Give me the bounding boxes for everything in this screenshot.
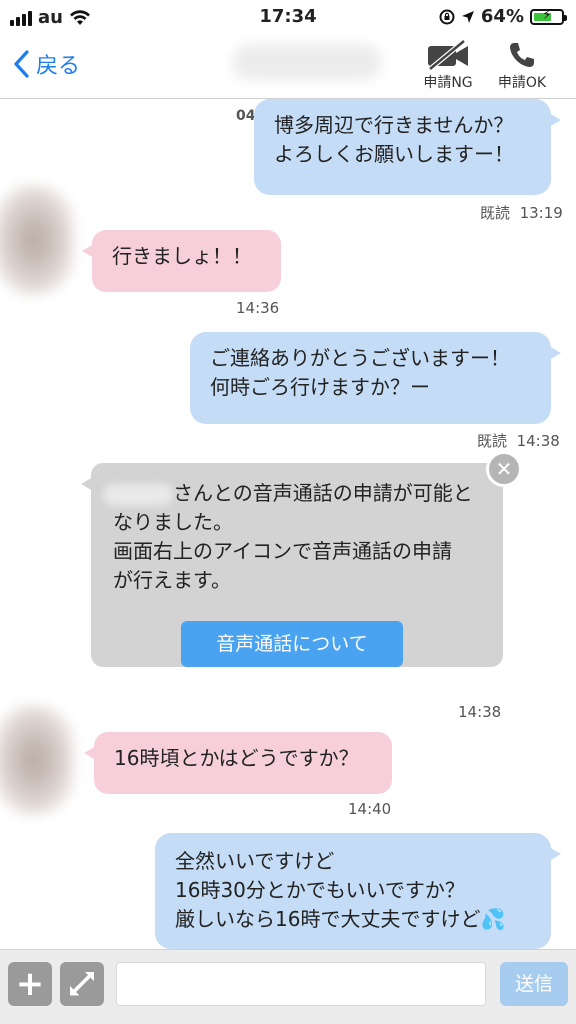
message-text: ご連絡ありがとうございますー！: [210, 346, 510, 370]
video-off-icon: [428, 40, 468, 70]
send-button[interactable]: 送信: [500, 962, 568, 1006]
message-bubble-them[interactable]: 行きましょ！！: [82, 230, 281, 292]
message-time: 13:19: [519, 204, 563, 222]
about-voice-call-button[interactable]: 音声通話について: [181, 621, 403, 667]
call-ok-button[interactable]: 申請OK: [490, 40, 554, 92]
voice-call-notice: さんとの音声通話の申請が可能と なりました。 画面右上のアイコンで音声通話の申請…: [81, 463, 503, 667]
message-text: 厳しいなら16時で大丈夫ですけど💦: [175, 907, 506, 931]
message-text: 何時ごろ行けますか？ー: [210, 375, 430, 399]
read-receipt: 既読: [480, 204, 511, 222]
message-text: 行きましょ！！: [112, 244, 252, 268]
message-text: 16時頃とかはどうですか？: [114, 746, 359, 770]
call-ng-label: 申請NG: [423, 75, 473, 91]
location-arrow-icon: [461, 10, 474, 23]
partner-name-blurred: [103, 483, 173, 506]
message-input[interactable]: [116, 962, 486, 1006]
expand-icon[interactable]: [60, 962, 104, 1006]
call-ng-button[interactable]: 申請NG: [416, 40, 480, 92]
chat-area[interactable]: 04月28日(水) 博多周辺で行きませんか？ よろしくお願いしますー！ 既読 1…: [0, 99, 576, 949]
message-meta: 既読 14:38: [477, 430, 560, 451]
status-bar: au 17:34 64% ⚡: [0, 0, 576, 34]
back-label: 戻る: [36, 54, 81, 79]
message-text: 全然いいですけど: [175, 849, 335, 873]
back-button[interactable]: 戻る: [12, 48, 80, 80]
read-receipt: 既読: [477, 432, 508, 450]
message-bubble-me[interactable]: 全然いいですけど 16時30分とかでもいいですか？ 厳しいなら16時で大丈夫です…: [155, 833, 561, 949]
message-time: 14:38: [458, 703, 502, 721]
notice-text: さんとの音声通話の申請が可能と: [103, 479, 481, 508]
message-bubble-me[interactable]: 博多周辺で行きませんか？ よろしくお願いしますー！: [254, 99, 561, 195]
plus-icon[interactable]: +: [8, 962, 52, 1006]
call-ok-label: 申請OK: [497, 75, 547, 91]
notice-text: 画面右上のアイコンで音声通話の申請: [113, 539, 452, 563]
location-lock-icon: [439, 9, 455, 24]
message-bubble-me[interactable]: ご連絡ありがとうございますー！ 何時ごろ行けますか？ー: [190, 332, 561, 424]
battery-charging-icon: ⚡: [530, 7, 567, 25]
partner-name-blurred: [232, 44, 382, 80]
chat-header: 戻る 申請NG 申請OK: [0, 34, 576, 99]
close-icon[interactable]: ✕: [486, 451, 522, 487]
message-bubble-them[interactable]: 16時頃とかはどうですか？: [84, 732, 392, 794]
message-time: 14:38: [516, 432, 560, 450]
bolt-icon: ⚡: [542, 7, 552, 23]
message-time: 14:36: [236, 299, 280, 317]
status-right: 64% ⚡: [439, 6, 567, 27]
avatar[interactable]: [0, 705, 74, 815]
message-text: 博多周辺で行きませんか？: [274, 113, 514, 137]
message-text: よろしくお願いしますー！: [274, 142, 514, 166]
battery-percent: 64%: [480, 6, 524, 27]
message-meta: 既読 13:19: [480, 202, 563, 223]
message-text: 16時30分とかでもいいですか？: [175, 878, 465, 902]
phone-icon: [510, 43, 534, 67]
notice-text: が行えます。: [113, 568, 231, 592]
input-bar: + 送信: [0, 949, 576, 1024]
notice-text: なりました。: [113, 510, 233, 534]
expand-arrows-icon: [70, 972, 94, 996]
chevron-left-icon: [14, 50, 29, 78]
message-time: 14:40: [348, 800, 392, 818]
avatar[interactable]: [0, 185, 74, 295]
